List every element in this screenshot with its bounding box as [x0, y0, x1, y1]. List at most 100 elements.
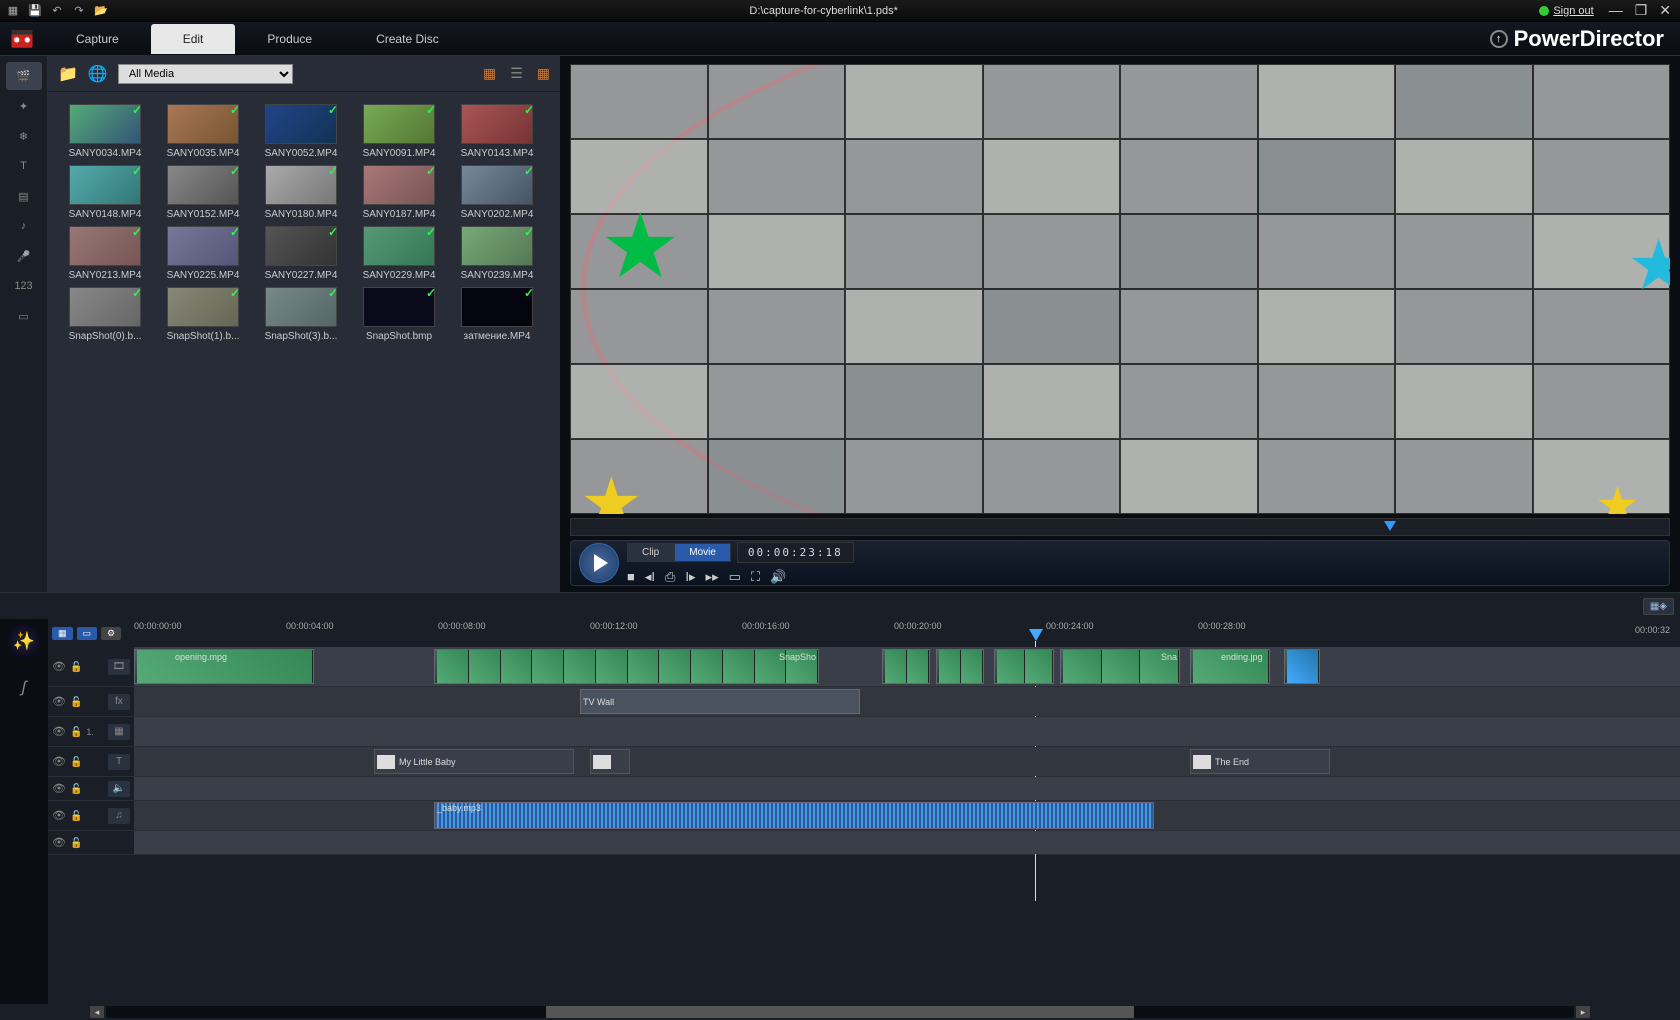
clip-cube[interactable]: [1284, 649, 1320, 684]
fast-forward-button[interactable]: ▸▸: [706, 569, 719, 585]
import-folder-icon[interactable]: 📁: [58, 64, 78, 84]
track-eye-icon[interactable]: [52, 782, 66, 795]
upload-icon[interactable]: ↑: [1490, 30, 1508, 48]
scroll-right-button[interactable]: ▸: [1576, 1006, 1590, 1018]
track-eye-icon[interactable]: [52, 755, 66, 768]
prev-frame-button[interactable]: ◂I: [645, 569, 655, 585]
view-mode-icon[interactable]: ▦: [483, 65, 496, 82]
clip-seg-c[interactable]: [994, 649, 1054, 684]
timeline-view-button[interactable]: ▦◈: [1643, 598, 1674, 615]
download-media-icon[interactable]: 🌐: [88, 64, 108, 84]
preview-scrubber[interactable]: [570, 518, 1670, 536]
media-item[interactable]: ✓SnapShot.bmp: [350, 287, 448, 342]
track-lock-icon[interactable]: [70, 756, 82, 768]
media-item[interactable]: ✓SANY0180.MP4: [252, 165, 350, 220]
tab-produce[interactable]: Produce: [235, 24, 344, 54]
media-item[interactable]: ✓SANY0052.MP4: [252, 104, 350, 159]
redo-icon[interactable]: ↷: [72, 4, 86, 18]
media-item[interactable]: ✓SANY0152.MP4: [154, 165, 252, 220]
track-lock-icon[interactable]: [70, 810, 82, 822]
media-item[interactable]: ✓затмение.MP4: [448, 287, 546, 342]
media-item[interactable]: ✓SANY0143.MP4: [448, 104, 546, 159]
clip-ending[interactable]: ending.jpg: [1190, 649, 1270, 684]
media-item[interactable]: ✓SANY0227.MP4: [252, 226, 350, 281]
snapshot-button[interactable]: ⎙: [665, 569, 675, 585]
clip-title-blank[interactable]: [590, 749, 630, 774]
tab-edit[interactable]: Edit: [151, 24, 236, 54]
clip-seg-d[interactable]: Sna: [1060, 649, 1180, 684]
clip-title-2[interactable]: The End: [1190, 749, 1330, 774]
fullscreen-button[interactable]: ⛶: [751, 569, 760, 585]
media-item[interactable]: ✓SANY0229.MP4: [350, 226, 448, 281]
tab-capture[interactable]: Capture: [44, 24, 151, 54]
clip-mode-button[interactable]: Clip: [627, 543, 674, 562]
preview-viewport[interactable]: ★ ★ ★ ★: [570, 64, 1670, 514]
media-item[interactable]: ✓SANY0239.MP4: [448, 226, 546, 281]
clip-tvwall[interactable]: TV Wall: [580, 689, 860, 714]
search-icon[interactable]: ▦: [537, 65, 550, 82]
undo-icon[interactable]: ↶: [50, 4, 64, 18]
play-button[interactable]: [579, 543, 619, 583]
media-item[interactable]: ✓SANY0034.MP4: [56, 104, 154, 159]
track-settings-icon[interactable]: ⚙: [101, 627, 121, 640]
tab-create-disc[interactable]: Create Disc: [344, 24, 471, 54]
playhead-icon[interactable]: [1029, 629, 1043, 641]
subtitle-room-icon[interactable]: ▭: [6, 302, 42, 330]
media-item[interactable]: ✓SANY0202.MP4: [448, 165, 546, 220]
stop-button[interactable]: ■: [627, 569, 635, 584]
movie-mode-button[interactable]: Movie: [674, 543, 731, 562]
media-item[interactable]: ✓SANY0148.MP4: [56, 165, 154, 220]
media-item[interactable]: ✓SnapShot(0).b...: [56, 287, 154, 342]
horizontal-scrollbar[interactable]: [106, 1006, 1574, 1018]
sign-out-link[interactable]: Sign out: [1553, 5, 1593, 17]
media-item[interactable]: ✓SnapShot(3).b...: [252, 287, 350, 342]
track-lock-icon[interactable]: [70, 696, 82, 708]
clip-seg-b[interactable]: [936, 649, 984, 684]
track-eye-icon[interactable]: [52, 725, 66, 738]
app-logo-icon[interactable]: [0, 22, 44, 56]
track-view-icon[interactable]: ▦: [52, 627, 73, 640]
track-lock-icon[interactable]: [70, 661, 82, 673]
clip-sequence-1[interactable]: SnapSho: [434, 649, 819, 684]
media-room-icon[interactable]: 🎬: [6, 62, 42, 90]
media-filter-select[interactable]: All Media: [118, 64, 293, 84]
pip-room-icon[interactable]: ❄: [6, 122, 42, 150]
timecode-display[interactable]: 00:00:23:18: [737, 542, 854, 563]
close-button[interactable]: ✕: [1656, 2, 1674, 19]
clip-opening[interactable]: opening.mpg: [134, 649, 314, 684]
transition-room-icon[interactable]: ▤: [6, 182, 42, 210]
media-item[interactable]: ✓SANY0187.MP4: [350, 165, 448, 220]
chapter-room-icon[interactable]: 123: [6, 272, 42, 300]
volume-button[interactable]: 🔊: [770, 569, 786, 585]
track-lock-icon[interactable]: [70, 783, 82, 795]
media-item[interactable]: ✓SANY0091.MP4: [350, 104, 448, 159]
scroll-left-button[interactable]: ◂: [90, 1006, 104, 1018]
open-icon[interactable]: 📂: [94, 4, 108, 18]
effect-room-icon[interactable]: ✦: [6, 92, 42, 120]
track-lock-icon[interactable]: [70, 726, 82, 738]
sort-icon[interactable]: ☰: [510, 65, 523, 82]
minimize-button[interactable]: —: [1606, 2, 1626, 19]
magic-tool-icon[interactable]: ʃ: [22, 679, 27, 697]
media-item[interactable]: ✓SnapShot(1).b...: [154, 287, 252, 342]
track-mode-icon[interactable]: ▭: [77, 627, 98, 640]
track-eye-icon[interactable]: [52, 695, 66, 708]
maximize-button[interactable]: ❐: [1632, 2, 1651, 19]
loop-button[interactable]: ▭: [729, 569, 741, 585]
voice-room-icon[interactable]: 🎤: [6, 242, 42, 270]
media-item[interactable]: ✓SANY0213.MP4: [56, 226, 154, 281]
clip-seg-a[interactable]: [882, 649, 930, 684]
media-item[interactable]: ✓SANY0035.MP4: [154, 104, 252, 159]
save-icon[interactable]: 💾: [28, 4, 42, 18]
clip-title-1[interactable]: My Little Baby: [374, 749, 574, 774]
magic-wizard-icon[interactable]: ✨: [6, 623, 42, 659]
track-eye-icon[interactable]: [52, 836, 66, 849]
clip-audio[interactable]: _baby.mp3: [434, 802, 1154, 829]
track-eye-icon[interactable]: [52, 660, 66, 673]
title-room-icon[interactable]: T: [6, 152, 42, 180]
track-lock-icon[interactable]: [70, 837, 82, 849]
new-icon[interactable]: ▦: [6, 4, 20, 18]
track-eye-icon[interactable]: [52, 809, 66, 822]
next-frame-button[interactable]: I▸: [685, 569, 695, 585]
media-item[interactable]: ✓SANY0225.MP4: [154, 226, 252, 281]
